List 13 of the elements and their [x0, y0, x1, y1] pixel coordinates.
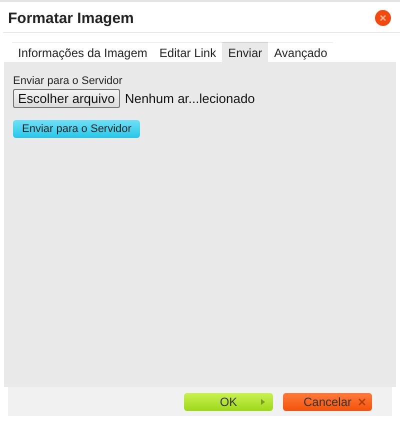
- tab[interactable]: Avançado: [268, 42, 334, 62]
- window-title: Formatar Imagem: [8, 10, 134, 26]
- close-icon[interactable]: [375, 10, 391, 26]
- choose-file-button[interactable]: Escolher arquivo: [13, 89, 120, 108]
- tab[interactable]: Informações da Imagem: [12, 42, 154, 62]
- upload-label: Enviar para o Servidor: [13, 75, 122, 87]
- cancel-button[interactable]: Cancelar: [283, 392, 372, 410]
- tab[interactable]: Enviar: [222, 42, 268, 62]
- ok-button[interactable]: OK: [184, 392, 273, 410]
- file-status: Nenhum ar...lecionado: [124, 91, 255, 106]
- close-icon: [358, 398, 366, 406]
- triangle-icon: [259, 398, 267, 406]
- upload-button[interactable]: Enviar para o Servidor: [13, 120, 140, 138]
